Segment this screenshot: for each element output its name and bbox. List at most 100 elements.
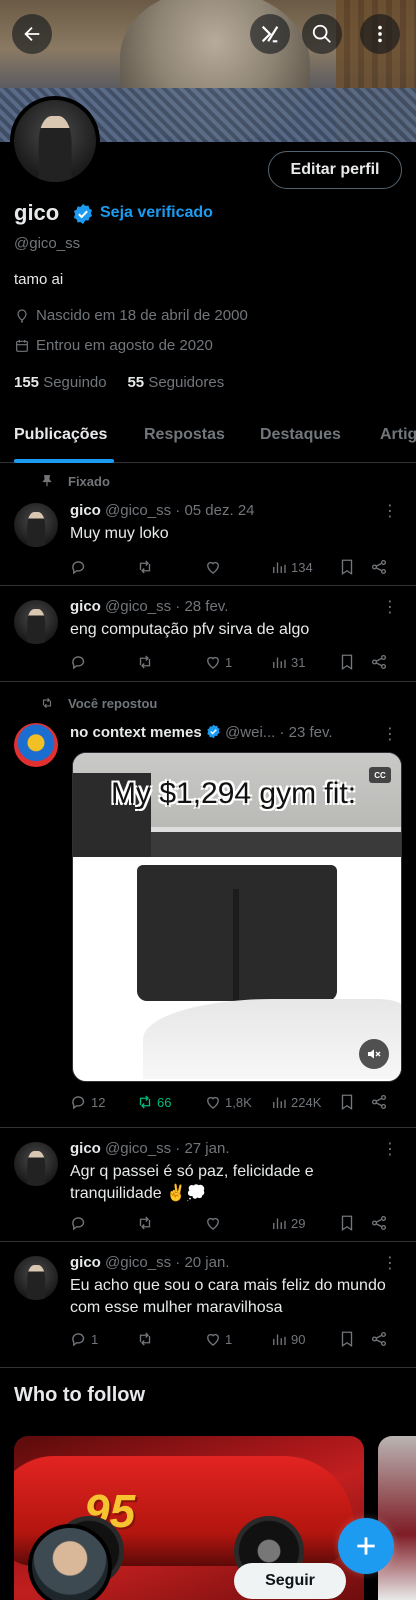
post-item[interactable]: gico @gico_ss · 27 jan. ⋮ Agr q passei é… xyxy=(0,1128,416,1242)
reply-icon xyxy=(72,656,85,670)
following-link[interactable]: 155 Seguindo xyxy=(14,374,107,391)
suggested-account-avatar[interactable] xyxy=(28,1524,112,1600)
views-chart-icon xyxy=(273,1218,286,1229)
post-context-label: Você repostou xyxy=(68,696,158,711)
post-text: Agr q passei é só paz, felicidade e tran… xyxy=(70,1163,314,1202)
repost-button[interactable] xyxy=(136,1330,157,1348)
post-header: gico @gico_ss · 20 jan. xyxy=(70,1254,230,1271)
post-text: eng computação pfv sirva de algo xyxy=(70,621,310,638)
bookmark-icon xyxy=(341,559,353,576)
post-header: gico @gico_ss · 27 jan. xyxy=(70,1140,230,1157)
birth-date: Nascido em 18 de abril de 2000 xyxy=(14,307,248,324)
views-button[interactable]: 90 xyxy=(270,1330,305,1348)
bookmark-icon xyxy=(341,1331,353,1348)
repost-icon xyxy=(139,1216,151,1230)
pants-image xyxy=(137,865,337,1001)
tab-highlights[interactable]: Destaques xyxy=(260,426,341,444)
share-button[interactable] xyxy=(370,1093,388,1111)
post-video[interactable]: My $1,294 gym fit: CC xyxy=(72,752,402,1082)
bookmark-icon xyxy=(341,654,353,671)
profile-avatar[interactable] xyxy=(10,96,100,186)
repost-button[interactable] xyxy=(136,653,157,671)
views-chart-icon xyxy=(273,562,286,573)
views-button[interactable]: 134 xyxy=(270,558,313,576)
get-verified-link[interactable]: Seja verificado xyxy=(100,204,213,222)
bookmark-icon xyxy=(341,1094,353,1111)
reply-button[interactable]: 1 xyxy=(70,1330,98,1348)
post-more-icon[interactable]: ⋮ xyxy=(382,724,398,744)
suggested-account-banner-next[interactable] xyxy=(378,1436,416,1600)
like-button[interactable]: 1 xyxy=(204,1330,232,1348)
tab-articles[interactable]: Artigos xyxy=(380,426,416,444)
back-button[interactable] xyxy=(12,14,52,54)
post-avatar[interactable] xyxy=(14,1256,58,1300)
post-more-icon[interactable]: ⋮ xyxy=(382,597,398,617)
arrow-left-icon xyxy=(24,26,40,42)
grok-icon xyxy=(261,25,279,43)
repost-button[interactable]: 66 xyxy=(136,1093,171,1111)
heart-icon xyxy=(207,1333,219,1346)
post-actions: 29 xyxy=(70,1214,402,1234)
mute-button[interactable] xyxy=(359,1039,389,1069)
follow-button[interactable]: Seguir xyxy=(234,1563,346,1599)
share-button[interactable] xyxy=(370,1330,388,1348)
post-more-icon[interactable]: ⋮ xyxy=(382,1139,398,1159)
tab-posts[interactable]: Publicações xyxy=(14,426,107,444)
post-context-label: Fixado xyxy=(68,474,110,489)
bookmark-button[interactable] xyxy=(338,1330,356,1348)
compose-post-button[interactable] xyxy=(338,1518,394,1574)
grok-button[interactable] xyxy=(250,14,290,54)
profile-bio: tamo ai xyxy=(14,271,64,288)
post-header: no context memes @wei... · 23 fev. xyxy=(70,724,333,741)
follow-stats: 155 Seguindo 55 Seguidores xyxy=(14,374,224,391)
repost-button[interactable] xyxy=(136,558,157,576)
who-to-follow-title: Who to follow xyxy=(14,1384,146,1406)
balloon-icon xyxy=(17,308,27,323)
share-button[interactable] xyxy=(370,1214,388,1232)
post-actions: 12 66 1,8K 224K xyxy=(70,1093,402,1113)
verified-badge-icon xyxy=(73,203,93,225)
views-button[interactable]: 31 xyxy=(270,653,305,671)
search-button[interactable] xyxy=(302,14,342,54)
followers-link[interactable]: 55 Seguidores xyxy=(127,374,224,391)
edit-profile-button[interactable]: Editar perfil xyxy=(268,151,402,189)
bookmark-button[interactable] xyxy=(338,1214,356,1232)
post-item[interactable]: Fixado gico @gico_ss · 05 dez. 24 ⋮ Muy … xyxy=(0,463,416,586)
post-item[interactable]: gico @gico_ss · 20 jan. ⋮ Eu acho que so… xyxy=(0,1242,416,1368)
bookmark-button[interactable] xyxy=(338,558,356,576)
reply-button[interactable] xyxy=(70,558,91,576)
post-item[interactable]: gico @gico_ss · 28 fev. ⋮ eng computação… xyxy=(0,586,416,682)
post-avatar[interactable] xyxy=(14,1142,58,1186)
reply-button[interactable] xyxy=(70,1214,91,1232)
more-options-button[interactable] xyxy=(360,14,400,54)
captions-icon[interactable]: CC xyxy=(369,767,391,783)
like-button[interactable] xyxy=(204,558,225,576)
like-button[interactable]: 1,8K xyxy=(204,1093,252,1111)
share-button[interactable] xyxy=(370,558,388,576)
profile-name: gico xyxy=(14,200,60,225)
more-vertical-icon xyxy=(378,25,382,43)
share-button[interactable] xyxy=(370,653,388,671)
verified-badge-icon xyxy=(207,724,220,739)
repost-button[interactable] xyxy=(136,1214,157,1232)
reply-button[interactable]: 12 xyxy=(70,1093,105,1111)
profile-handle: @gico_ss xyxy=(14,235,81,252)
like-button[interactable]: 1 xyxy=(204,653,232,671)
views-button[interactable]: 29 xyxy=(270,1214,305,1232)
post-more-icon[interactable]: ⋮ xyxy=(382,501,398,521)
heart-icon xyxy=(207,656,219,669)
views-button[interactable]: 224K xyxy=(270,1093,321,1111)
repost-icon xyxy=(139,655,151,669)
birth-date-text: Nascido em 18 de abril de 2000 xyxy=(36,307,248,324)
reply-button[interactable] xyxy=(70,653,91,671)
tab-replies[interactable]: Respostas xyxy=(144,426,225,444)
post-more-icon[interactable]: ⋮ xyxy=(382,1253,398,1273)
bookmark-button[interactable] xyxy=(338,653,356,671)
bookmark-button[interactable] xyxy=(338,1093,356,1111)
post-avatar[interactable] xyxy=(14,600,58,644)
post-avatar[interactable] xyxy=(14,503,58,547)
socks-image xyxy=(143,999,401,1079)
post-avatar[interactable] xyxy=(14,723,58,767)
share-icon xyxy=(371,1331,387,1347)
like-button[interactable] xyxy=(204,1214,225,1232)
